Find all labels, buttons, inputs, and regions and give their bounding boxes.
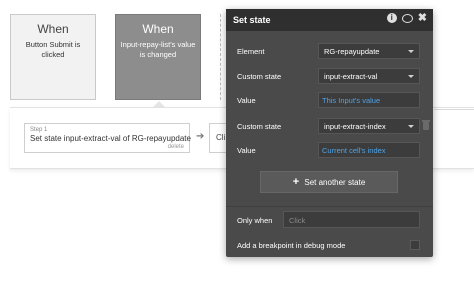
panel-title: Set state <box>233 15 271 25</box>
only-when-label: Only when <box>237 216 273 225</box>
custom-state-label: Custom state <box>237 72 282 81</box>
only-when-field[interactable]: Click <box>283 211 420 228</box>
custom-state-value: input-extract-index <box>324 122 386 131</box>
event-card-button-submit[interactable]: When Button Submit is clicked <box>10 14 96 100</box>
event-title: When <box>37 22 69 36</box>
close-icon[interactable]: ✖ <box>418 13 427 24</box>
trash-icon[interactable] <box>422 120 430 130</box>
action-step-card[interactable]: Step 1 Set state input-extract-val of RG… <box>24 123 191 153</box>
arrow-right-icon: ➔ <box>196 131 205 142</box>
custom-state-dropdown[interactable]: input-extract-val <box>318 68 420 84</box>
panel-divider <box>226 206 433 207</box>
step-title: Set state input-extract-val of RG-repayu… <box>30 134 191 143</box>
event-title: When <box>142 22 174 36</box>
event-description: Input-repay-list's value is changed <box>120 40 196 59</box>
chevron-down-icon <box>408 75 414 78</box>
plus-icon: + <box>292 176 300 188</box>
comment-icon[interactable] <box>401 13 413 23</box>
custom-state-dropdown[interactable]: input-extract-index <box>318 118 420 134</box>
breakpoint-checkbox[interactable] <box>410 240 420 250</box>
set-another-state-button[interactable]: + Set another state <box>260 171 398 193</box>
value-label: Value <box>237 96 256 105</box>
strip-divider <box>434 109 474 110</box>
element-label: Element <box>237 47 265 56</box>
element-dropdown[interactable]: RG-repayupdate <box>318 43 420 59</box>
element-dropdown-value: RG-repayupdate <box>324 47 380 56</box>
breakpoint-label: Add a breakpoint in debug mode <box>237 241 346 250</box>
event-card-input-changed[interactable]: When Input-repay-list's value is changed <box>115 14 201 100</box>
custom-state-value: input-extract-val <box>324 72 378 81</box>
info-icon[interactable]: i <box>386 13 397 23</box>
set-another-state-label: Set another state <box>304 178 366 187</box>
chevron-down-icon <box>408 50 414 53</box>
event-description: Button Submit is clicked <box>25 40 81 59</box>
step-number: Step 1 <box>30 127 48 133</box>
value-expression-field[interactable]: This Input's value <box>318 92 420 108</box>
custom-state-label: Custom state <box>237 122 282 131</box>
add-event-placeholder[interactable] <box>220 14 221 100</box>
step-delete-link[interactable]: delete <box>168 144 184 150</box>
chevron-down-icon <box>408 125 414 128</box>
set-state-panel: Set state i ✖ Element RG-repayupdate Cus… <box>226 9 433 257</box>
value-expression-field[interactable]: Current cell's index <box>318 142 420 158</box>
value-label: Value <box>237 146 256 155</box>
panel-header[interactable]: Set state i ✖ <box>226 9 433 31</box>
